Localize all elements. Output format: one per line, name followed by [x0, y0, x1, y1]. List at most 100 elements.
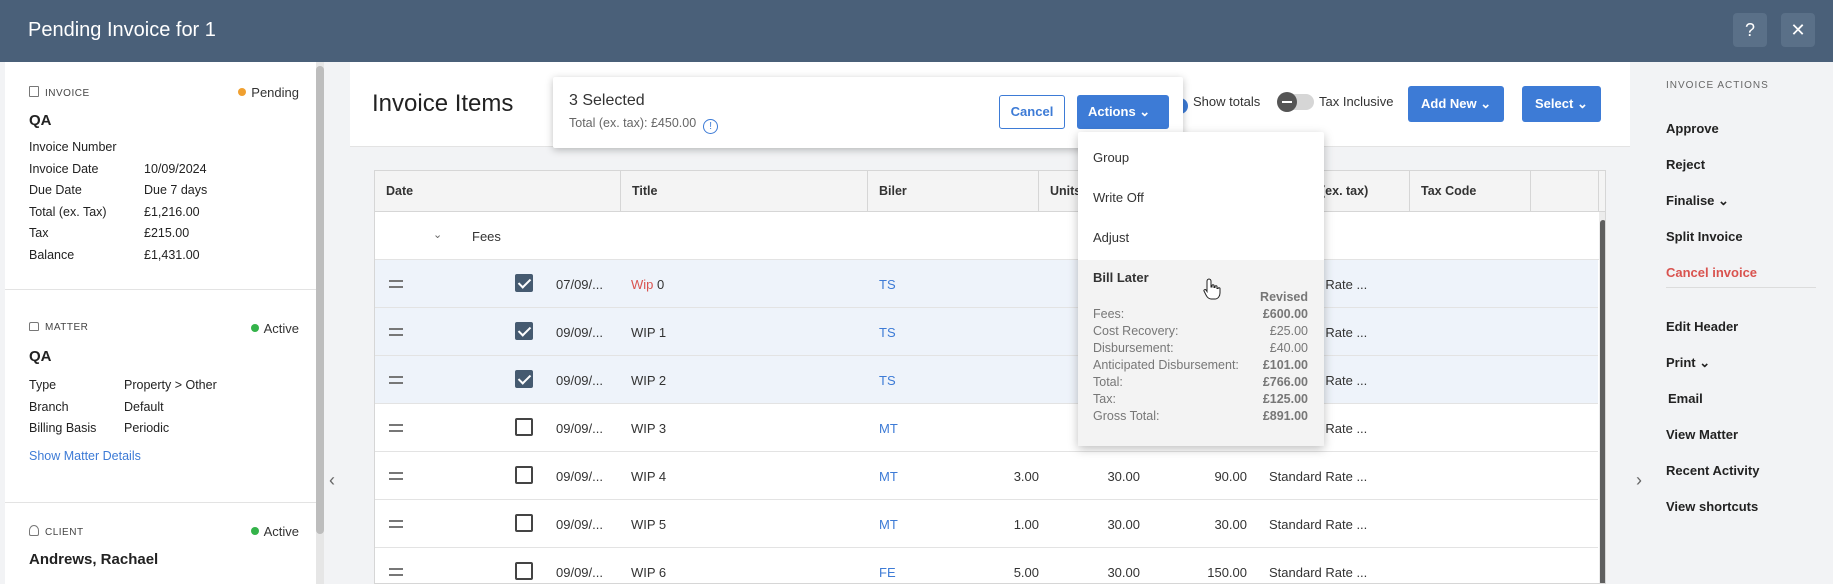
invoice-section: INVOICE Pending QA Invoice Number Invoice… [29, 85, 299, 269]
divider [1666, 287, 1816, 288]
cell-title: WIP 1 [631, 325, 666, 340]
drag-handle-icon[interactable] [389, 568, 403, 576]
window-title: Pending Invoice for 1 [28, 19, 216, 41]
menu-item-adjust[interactable]: Adjust [1078, 218, 1324, 258]
line-value: £40.00 [1269, 341, 1308, 355]
field-row: Due Date Due 7 days [29, 183, 299, 205]
row-checkbox[interactable] [515, 514, 533, 532]
drag-handle-icon[interactable] [389, 424, 403, 432]
menu-item-group[interactable]: Group [1078, 138, 1324, 178]
show-totals-toggle[interactable]: ✓Show totals [1172, 94, 1260, 114]
title-text: WIP 2 [631, 373, 667, 388]
cell-biller[interactable]: TS [879, 325, 896, 340]
cancel-selection-button[interactable]: Cancel [999, 95, 1065, 129]
chevron-left-icon[interactable]: ‹ [329, 470, 335, 491]
cell-title: Wip 0 [631, 277, 664, 292]
field-row: Total (ex. Tax) £1,216.00 [29, 205, 299, 227]
tax-inclusive-toggle[interactable]: Tax Inclusive [1277, 92, 1393, 112]
left-panel-scrollbar[interactable] [316, 62, 324, 584]
close-button[interactable]: ✕ [1781, 13, 1815, 47]
line-value: £125.00 [1262, 392, 1308, 406]
matter-status: Active [250, 321, 299, 336]
cell-biller[interactable]: MT [879, 517, 898, 532]
column-biller[interactable]: Biler [868, 171, 1039, 212]
action-finalise[interactable]: Finalise ⌄ [1666, 193, 1729, 209]
table-row[interactable]: 09/09/... WIP 6 FE 5.00 30.00 150.00 Standard … [375, 548, 1598, 583]
bill-later-line: Gross Total: £891.00 [1093, 409, 1308, 429]
info-icon[interactable]: ! [703, 119, 719, 134]
action-approve[interactable]: Approve [1666, 121, 1719, 136]
menu-item-bill-later[interactable]: Bill Later Revised Fees: £600.00 Cost Reco… [1078, 260, 1324, 446]
cell-biller[interactable]: FE [879, 565, 896, 580]
cell-biller[interactable]: MT [879, 421, 898, 436]
table-row[interactable]: 09/09/...WIP 3MT330.00Standard Rate ... [375, 404, 1598, 452]
row-checkbox[interactable] [515, 322, 533, 340]
field-label: Type [29, 378, 57, 392]
add-new-button[interactable]: Add New ⌄ [1408, 86, 1505, 122]
cell-tax-code: Standard Rate ... [1269, 469, 1368, 484]
cell-title: WIP 2 [631, 373, 666, 388]
row-checkbox[interactable] [515, 418, 533, 436]
drag-handle-icon[interactable] [389, 328, 403, 336]
client-section-label: CLIENT [45, 527, 84, 538]
field-value: £1,431.00 [144, 247, 200, 262]
row-checkbox[interactable] [515, 562, 533, 580]
cell-date: 09/09/... [556, 325, 603, 340]
action-view-matter[interactable]: View Matter [1666, 427, 1738, 442]
row-checkbox[interactable] [515, 466, 533, 484]
chevron-down-icon: ⌄ [1714, 193, 1729, 208]
row-checkbox[interactable] [515, 274, 533, 292]
invoice-actions-heading: INVOICE ACTIONS [1666, 80, 1769, 91]
field-value: Periodic [124, 421, 170, 435]
client-status: Active [250, 524, 299, 539]
invoice-status: Pending [238, 85, 299, 100]
actions-button[interactable]: Actions ⌄ [1077, 95, 1169, 129]
show-matter-details-link[interactable]: Show Matter Details [29, 449, 299, 463]
column-tax-code[interactable]: Tax Code [1410, 171, 1531, 212]
action-split-invoice[interactable]: Split Invoice [1666, 229, 1743, 244]
table-row[interactable]: 09/09/...WIP 2TS60.00Standard Rate ... [375, 356, 1598, 404]
page-title: Invoice Items [372, 90, 514, 117]
divider [5, 289, 316, 290]
action-recent-activity[interactable]: Recent Activity [1666, 463, 1759, 478]
drag-handle-icon[interactable] [389, 280, 403, 288]
action-email[interactable]: Email [1668, 391, 1703, 406]
cell-biller[interactable]: TS [879, 277, 896, 292]
table-row[interactable]: 09/09/... WIP 5 MT 1.00 30.00 30.00 Standard R… [375, 500, 1598, 548]
row-checkbox[interactable] [515, 370, 533, 388]
column-amount[interactable]: (ex. tax) [1310, 171, 1410, 212]
action-reject[interactable]: Reject [1666, 157, 1705, 172]
menu-item-write-off[interactable]: Write Off [1078, 178, 1324, 218]
cell-date: 09/09/... [556, 517, 603, 532]
left-panel: INVOICE Pending QA Invoice Number Invoice… [5, 62, 316, 584]
help-button[interactable]: ? [1733, 13, 1767, 47]
table-row[interactable]: 09/09/... WIP 4 MT 3.00 30.00 90.00 Standard R… [375, 452, 1598, 500]
drag-handle-icon[interactable] [389, 376, 403, 384]
cell-biller[interactable]: TS [879, 373, 896, 388]
action-print[interactable]: Print ⌄ [1666, 355, 1710, 371]
drag-handle-icon[interactable] [389, 520, 403, 528]
chevron-right-icon[interactable]: › [1636, 470, 1642, 491]
user-icon [29, 525, 39, 536]
group-row-fees[interactable]: ⌄ Fees [375, 212, 1605, 260]
grid-scrollbar[interactable] [1599, 212, 1605, 583]
cell-biller[interactable]: MT [879, 469, 898, 484]
field-row: Type Property > Other [29, 378, 299, 400]
field-label: Tax [29, 226, 49, 240]
title-text: WIP 3 [631, 421, 667, 436]
action-edit-header[interactable]: Edit Header [1666, 319, 1738, 334]
field-value: Property > Other [124, 378, 217, 392]
action-view-shortcuts[interactable]: View shortcuts [1666, 499, 1758, 514]
chevron-down-icon[interactable]: ⌄ [433, 228, 442, 241]
matter-name: QA [29, 348, 52, 365]
line-value: £891.00 [1262, 409, 1308, 423]
drag-handle-icon[interactable] [389, 472, 403, 480]
table-row[interactable]: 07/09/...Wip 0TS30.00Standard Rate ... [375, 260, 1598, 308]
column-date[interactable]: Date [375, 171, 621, 212]
select-button[interactable]: Select ⌄ [1522, 86, 1601, 122]
column-title[interactable]: Title [621, 171, 868, 212]
action-cancel-invoice[interactable]: Cancel invoice [1666, 265, 1757, 280]
field-row: Invoice Number [29, 140, 299, 162]
table-row[interactable]: 09/09/...WIP 1TS360.00Standard Rate ... [375, 308, 1598, 356]
cell-units: 5.00 [1013, 565, 1039, 580]
